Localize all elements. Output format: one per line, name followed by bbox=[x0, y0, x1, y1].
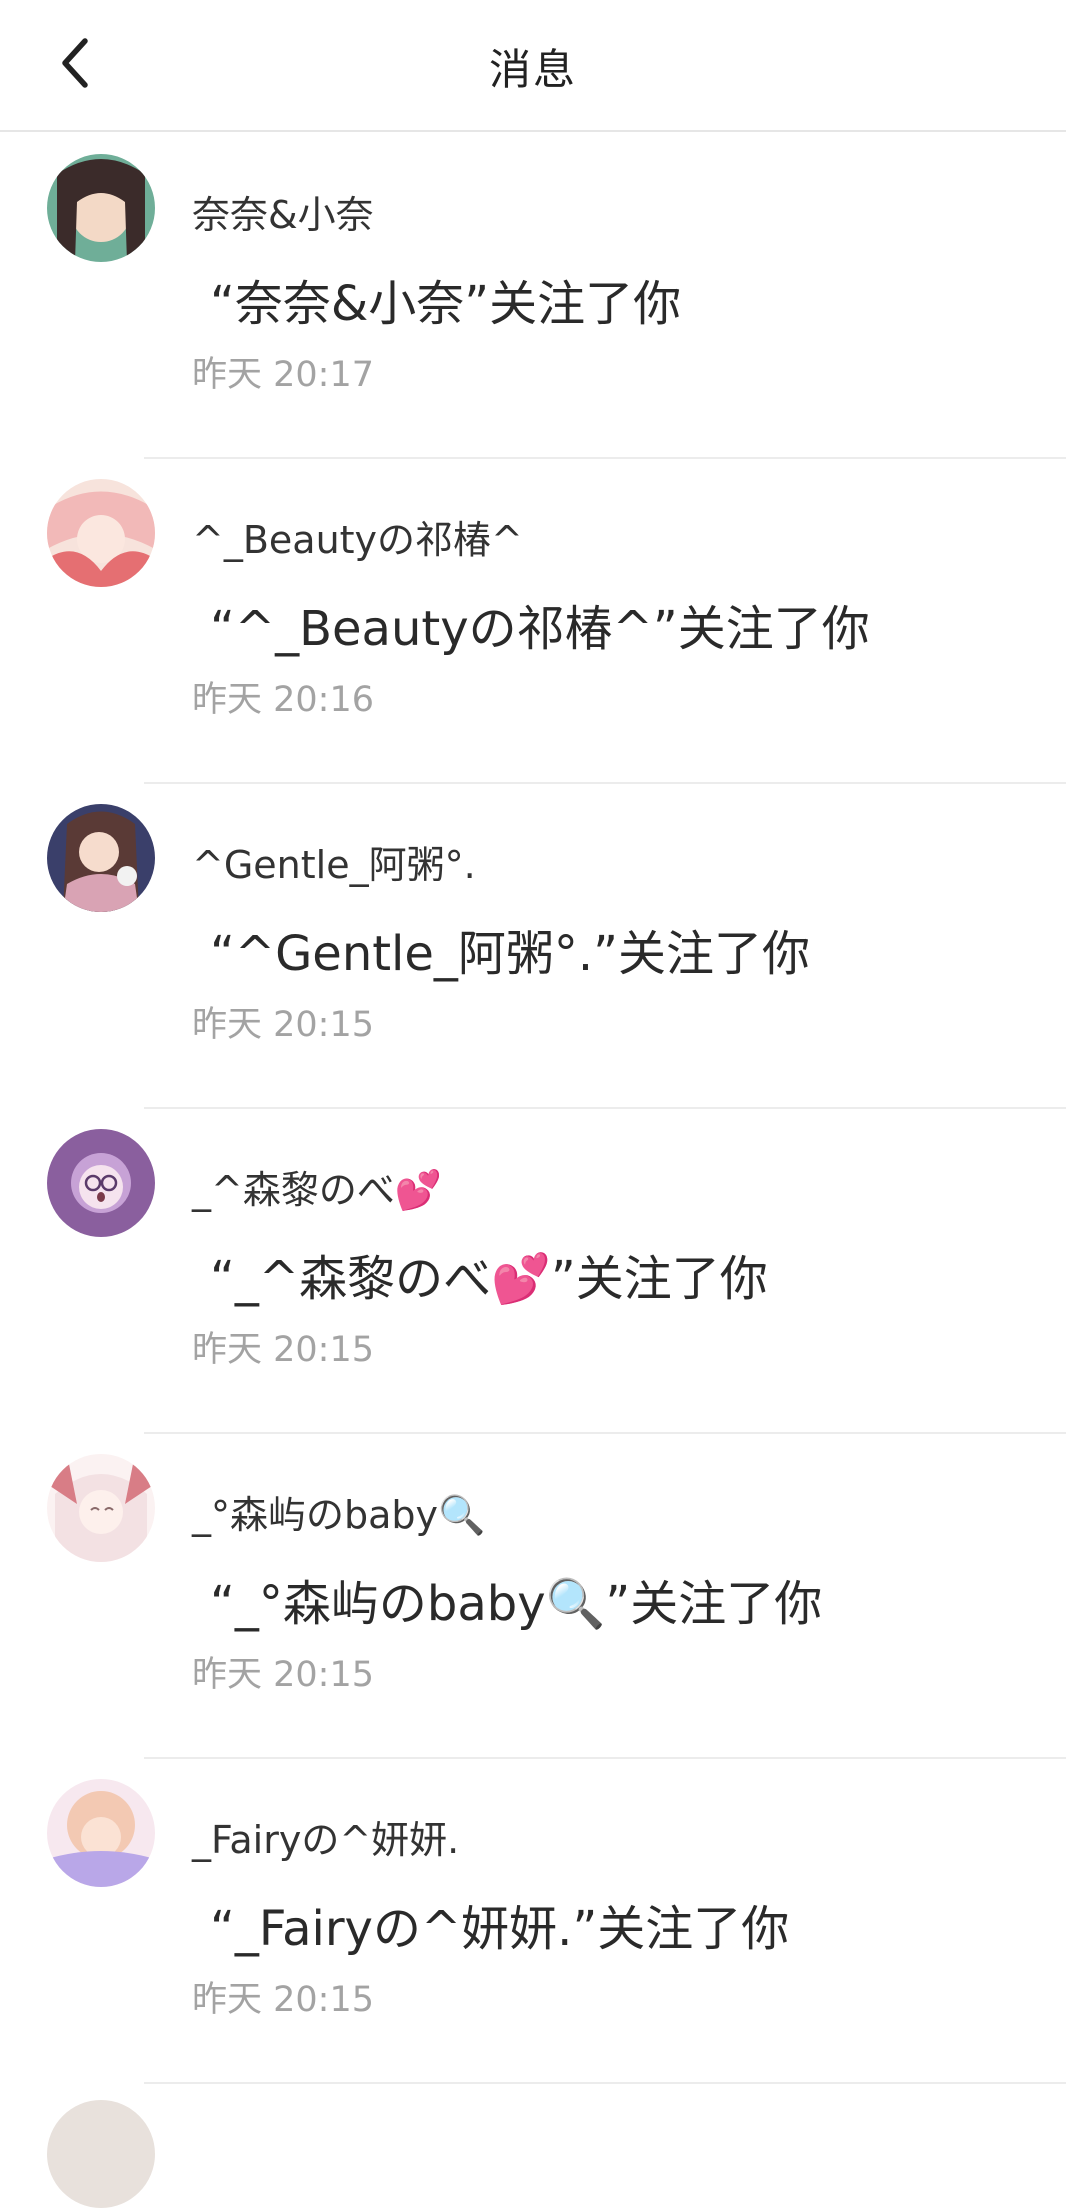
avatar[interactable] bbox=[47, 804, 155, 912]
avatar[interactable] bbox=[47, 154, 155, 262]
timestamp: 昨天 20:16 bbox=[192, 680, 374, 720]
page-title: 消息 bbox=[488, 45, 577, 94]
timestamp: 昨天 20:15 bbox=[192, 1655, 374, 1695]
sender-name: 奈奈&小奈 bbox=[192, 193, 374, 237]
avatar[interactable] bbox=[47, 479, 155, 587]
list-item[interactable]: 奈奈&小奈 “奈奈&小奈”关注了你 昨天 20:17 bbox=[0, 134, 1066, 459]
list-item[interactable]: _^森黎のべ💕 “_^森黎のべ💕”关注了你 昨天 20:15 bbox=[0, 1109, 1066, 1434]
sender-name: _°森屿のbaby🔍 bbox=[192, 1493, 486, 1537]
avatar[interactable] bbox=[47, 1454, 155, 1562]
list-item[interactable]: ^Gentle_阿粥°. “^Gentle_阿粥°.”关注了你 昨天 20:15 bbox=[0, 784, 1066, 1109]
message-text: “_^森黎のべ💕”关注了你 bbox=[210, 1251, 768, 1307]
list-item[interactable]: _Fairyの^妍妍. “_Fairyの^妍妍.”关注了你 昨天 20:15 bbox=[0, 1759, 1066, 2084]
list-item[interactable]: ^_Beautyの祁椿^ “^_Beautyの祁椿^”关注了你 昨天 20:16 bbox=[0, 459, 1066, 784]
timestamp: 昨天 20:15 bbox=[192, 1005, 374, 1045]
message-text: “^Gentle_阿粥°.”关注了你 bbox=[210, 926, 811, 982]
message-text: “_°森屿のbaby🔍”关注了你 bbox=[210, 1576, 823, 1632]
list-item[interactable]: _°森屿のbaby🔍 “_°森屿のbaby🔍”关注了你 昨天 20:15 bbox=[0, 1434, 1066, 1759]
message-text: “_Fairyの^妍妍.”关注了你 bbox=[210, 1901, 790, 1957]
sender-name: ^_Beautyの祁椿^ bbox=[192, 518, 523, 562]
message-text: “奈奈&小奈”关注了你 bbox=[210, 276, 682, 332]
message-list: 奈奈&小奈 “奈奈&小奈”关注了你 昨天 20:17 ^_Beautyの祁椿^ … bbox=[0, 134, 1066, 2084]
sender-name: ^Gentle_阿粥°. bbox=[192, 843, 476, 887]
avatar[interactable] bbox=[47, 1129, 155, 1237]
avatar[interactable] bbox=[47, 2100, 155, 2208]
divider bbox=[144, 2082, 1066, 2084]
timestamp: 昨天 20:15 bbox=[192, 1980, 374, 2020]
top-bar: 消息 bbox=[0, 0, 1066, 132]
avatar[interactable] bbox=[47, 1779, 155, 1887]
sender-name: _Fairyの^妍妍. bbox=[192, 1818, 460, 1862]
message-text: “^_Beautyの祁椿^”关注了你 bbox=[210, 601, 870, 657]
sender-name: _^森黎のべ💕 bbox=[192, 1168, 443, 1212]
timestamp: 昨天 20:15 bbox=[192, 1330, 374, 1370]
timestamp: 昨天 20:17 bbox=[192, 355, 374, 395]
